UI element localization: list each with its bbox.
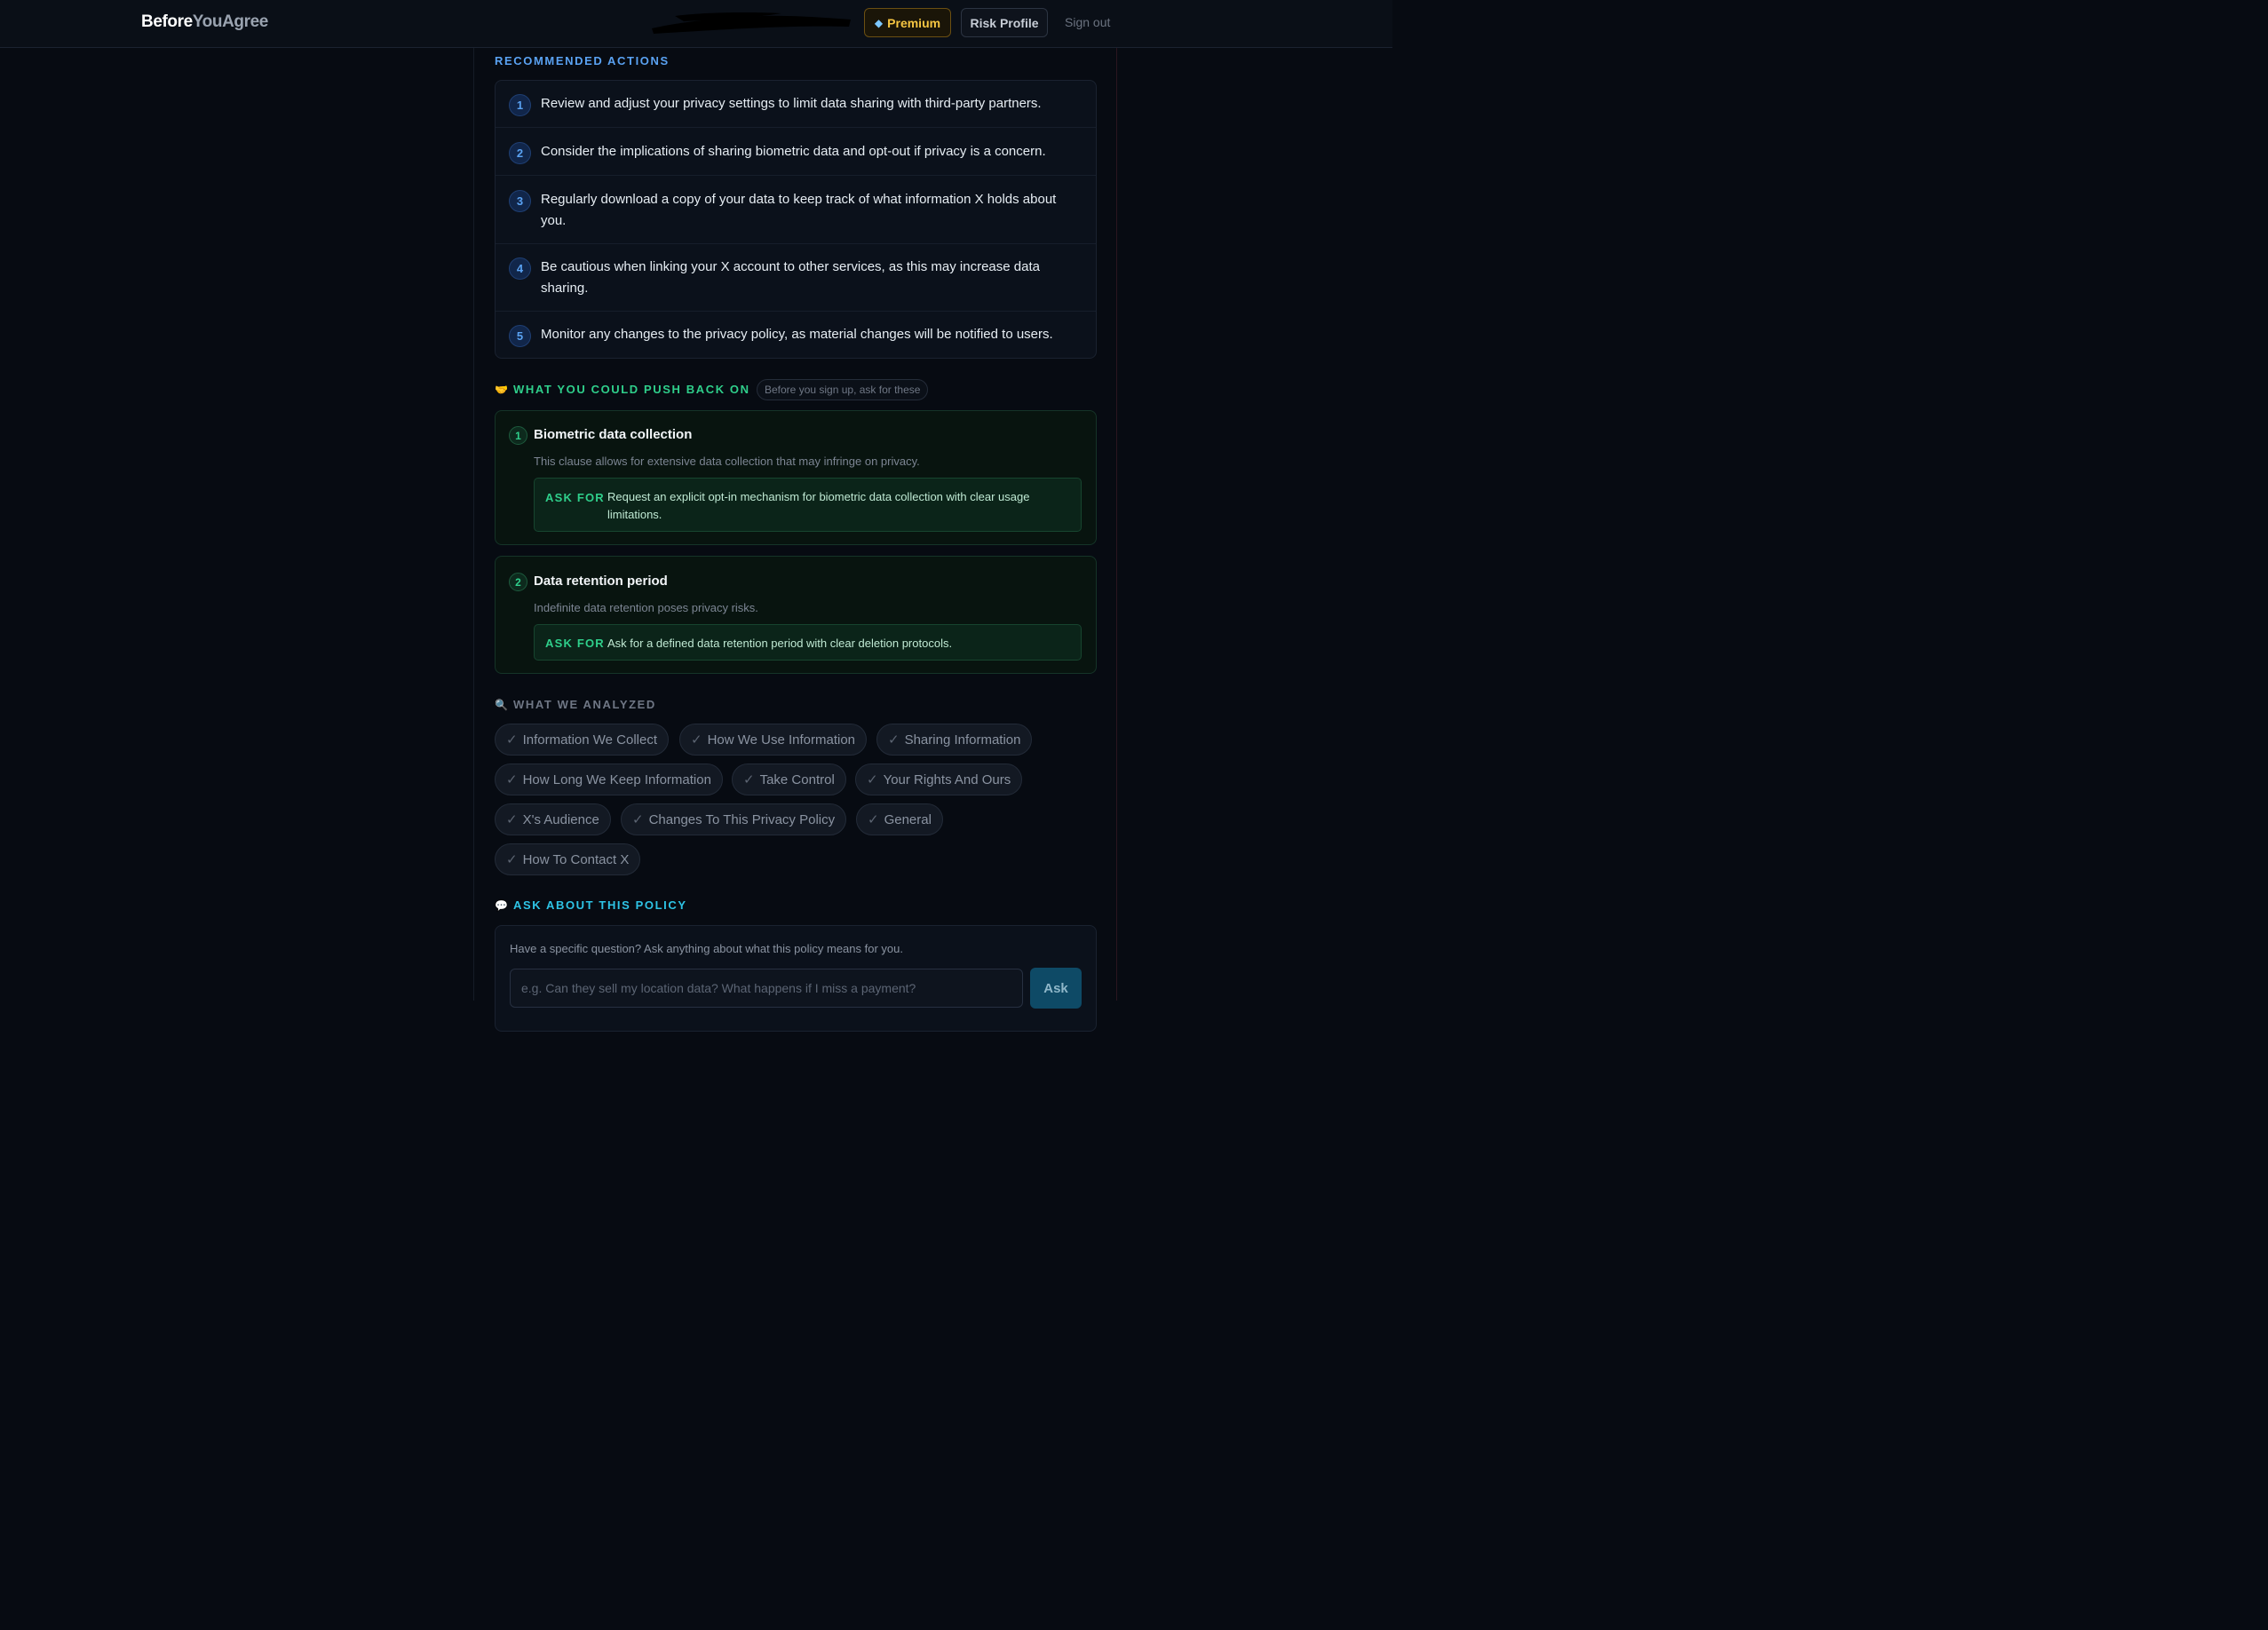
action-text: Regularly download a copy of your data t…: [541, 192, 1057, 228]
chip-label: Changes To This Privacy Policy: [648, 811, 836, 827]
push-back-hint-badge: Before you sign up, ask for these: [757, 379, 929, 400]
push-back-heading: 🤝 WHAT YOU COULD PUSH BACK ON: [495, 383, 750, 396]
push-back-card: 2 Data retention period Indefinite data …: [495, 556, 1097, 674]
ask-button[interactable]: Ask: [1030, 968, 1082, 1009]
ask-for-label: ASK FOR: [545, 491, 605, 504]
action-text: Monitor any changes to the privacy polic…: [541, 327, 1053, 342]
analyzed-section-chip: ✓ How Long We Keep Information: [495, 764, 723, 795]
push-back-item-title: Data retention period: [534, 574, 668, 589]
check-icon: ✓: [632, 812, 644, 827]
check-icon: ✓: [867, 772, 878, 787]
top-navigation-bar: BeforeYouAgree ◆ Premium Risk Profile Si…: [0, 0, 1392, 48]
check-icon: ✓: [506, 732, 518, 748]
ask-for-box: ASK FOR Request an explicit opt-in mecha…: [534, 478, 1082, 532]
chip-label: How To Contact X: [522, 851, 630, 867]
policy-question-input[interactable]: [510, 969, 1023, 1008]
analyzed-section-chip: ✓ Changes To This Privacy Policy: [621, 803, 847, 835]
ask-policy-heading: 💬 ASK ABOUT THIS POLICY: [495, 898, 687, 912]
item-number-badge: 2: [509, 573, 527, 591]
action-text: Consider the implications of sharing bio…: [541, 144, 1046, 159]
ask-for-box: ASK FOR Ask for a defined data retention…: [534, 624, 1082, 661]
chip-label: How Long We Keep Information: [522, 771, 711, 787]
list-item: 4 Be cautious when linking your X accoun…: [496, 244, 1096, 312]
risk-profile-button[interactable]: Risk Profile: [961, 8, 1048, 37]
premium-button[interactable]: ◆ Premium: [864, 8, 951, 37]
item-number-badge: 1: [509, 426, 527, 445]
analyzed-section-chip: ✓ How To Contact X: [495, 843, 641, 875]
step-number-badge: 5: [509, 325, 531, 347]
brand-logo[interactable]: BeforeYouAgree: [141, 12, 268, 32]
check-icon: ✓: [691, 732, 702, 748]
check-icon: ✓: [506, 812, 518, 827]
speech-bubble-icon: 💬: [495, 899, 508, 912]
analyzed-section-chip: ✓ Your Rights And Ours: [855, 764, 1023, 795]
analyzed-section-chip: ✓ Sharing Information: [876, 724, 1033, 756]
brand-logo-part-1: Before: [141, 12, 193, 31]
recommended-actions-list: 1 Review and adjust your privacy setting…: [495, 80, 1097, 359]
chip-label: General: [884, 811, 932, 827]
push-back-item-title: Biometric data collection: [534, 427, 693, 442]
analyzed-section-chip: ✓ General: [856, 803, 943, 835]
chip-label: Sharing Information: [904, 732, 1021, 748]
ask-policy-panel: Have a specific question? Ask anything a…: [495, 925, 1097, 1032]
list-item: 3 Regularly download a copy of your data…: [496, 176, 1096, 244]
chip-label: X's Audience: [522, 811, 599, 827]
analyzed-section-chip: ✓ How We Use Information: [679, 724, 868, 756]
step-number-badge: 4: [509, 257, 531, 280]
push-back-card: 1 Biometric data collection This clause …: [495, 410, 1097, 545]
ask-policy-intro: Have a specific question? Ask anything a…: [510, 942, 903, 955]
check-icon: ✓: [506, 772, 518, 787]
check-icon: ✓: [868, 812, 879, 827]
ask-policy-title: ASK ABOUT THIS POLICY: [513, 898, 687, 912]
list-item: 1 Review and adjust your privacy setting…: [496, 81, 1096, 128]
action-text: Be cautious when linking your X account …: [541, 259, 1040, 296]
sign-out-link[interactable]: Sign out: [1065, 15, 1110, 29]
list-item: 2 Consider the implications of sharing b…: [496, 128, 1096, 176]
handshake-icon: 🤝: [495, 384, 508, 396]
analyzed-section-chip: ✓ X's Audience: [495, 803, 611, 835]
redacted-scribble: [652, 12, 851, 34]
chip-label: Take Control: [759, 771, 835, 787]
action-text: Review and adjust your privacy settings …: [541, 96, 1042, 111]
chip-label: How We Use Information: [707, 732, 856, 748]
premium-label: Premium: [887, 15, 941, 30]
push-back-item-description: This clause allows for extensive data co…: [534, 455, 920, 468]
analyzed-section-chip: ✓ Information We Collect: [495, 724, 670, 756]
ask-for-text: Request an explicit opt-in mechanism for…: [607, 490, 1030, 521]
chip-label: Your Rights And Ours: [883, 771, 1011, 787]
list-item: 5 Monitor any changes to the privacy pol…: [496, 312, 1096, 358]
magnifier-icon: 🔍: [495, 699, 508, 711]
gem-icon: ◆: [874, 16, 884, 29]
step-number-badge: 2: [509, 142, 531, 164]
analyzed-title: WHAT WE ANALYZED: [513, 698, 656, 711]
analyzed-heading: 🔍 WHAT WE ANALYZED: [495, 698, 656, 711]
ask-for-label: ASK FOR: [545, 637, 605, 650]
step-number-badge: 1: [509, 94, 531, 116]
check-icon: ✓: [888, 732, 900, 748]
check-icon: ✓: [743, 772, 755, 787]
ask-for-text: Ask for a defined data retention period …: [607, 637, 953, 650]
push-back-item-description: Indefinite data retention poses privacy …: [534, 601, 758, 614]
chip-label: Information We Collect: [522, 732, 658, 748]
brand-logo-part-2: YouAgree: [192, 12, 269, 31]
check-icon: ✓: [506, 852, 518, 867]
analyzed-section-chip: ✓ Take Control: [732, 764, 846, 795]
step-number-badge: 3: [509, 190, 531, 212]
recommended-actions-heading: RECOMMENDED ACTIONS: [495, 54, 670, 67]
push-back-title: WHAT YOU COULD PUSH BACK ON: [513, 383, 750, 396]
